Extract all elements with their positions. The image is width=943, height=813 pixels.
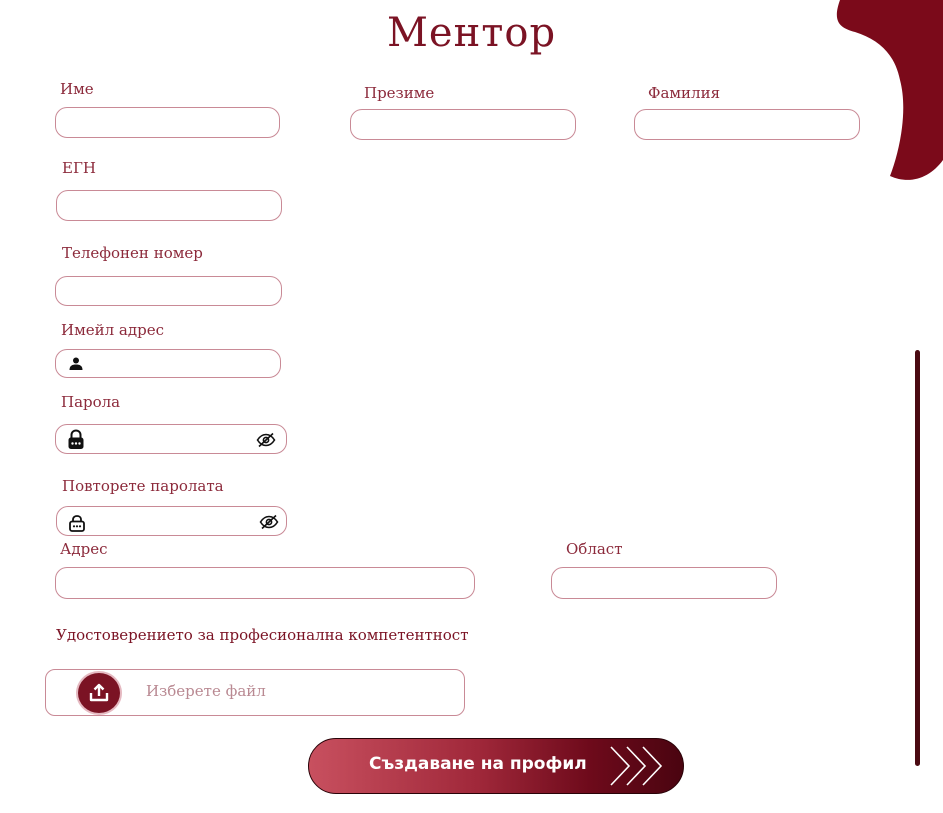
repeat-password-input[interactable]	[57, 507, 286, 535]
region-field[interactable]	[551, 567, 777, 599]
first-name-label: Име	[60, 80, 94, 98]
phone-field[interactable]	[55, 276, 282, 306]
region-input[interactable]	[552, 568, 776, 598]
last-name-label: Фамилия	[648, 84, 721, 102]
address-input[interactable]	[56, 568, 474, 598]
email-input[interactable]	[56, 350, 280, 377]
egn-label: ЕГН	[62, 159, 96, 177]
last-name-field[interactable]	[634, 109, 860, 140]
upload-placeholder: Изберете файл	[146, 682, 266, 700]
create-profile-label: Създаване на профил	[369, 754, 587, 774]
egn-input[interactable]	[57, 191, 281, 220]
address-field[interactable]	[55, 567, 475, 599]
password-field[interactable]	[55, 424, 287, 454]
first-name-field[interactable]	[55, 107, 280, 138]
first-name-input[interactable]	[56, 108, 279, 137]
eye-off-icon[interactable]	[256, 432, 276, 448]
address-label: Адрес	[60, 540, 108, 558]
create-profile-button[interactable]: Създаване на профил	[308, 738, 684, 794]
upload-icon	[89, 683, 109, 702]
email-field[interactable]	[55, 349, 281, 378]
chevrons-right-icon	[610, 746, 663, 786]
password-label: Парола	[61, 393, 121, 411]
region-label: Област	[566, 540, 623, 558]
page-title: Ментор	[386, 10, 557, 56]
password-input[interactable]	[56, 425, 286, 453]
last-name-input[interactable]	[635, 110, 859, 139]
certificate-label: Удостоверението за професионална компете…	[56, 626, 469, 644]
scrollbar[interactable]	[915, 350, 920, 766]
phone-input[interactable]	[56, 277, 281, 305]
certificate-upload[interactable]: Изберете файл	[45, 669, 465, 716]
middle-name-field[interactable]	[350, 109, 576, 140]
repeat-password-field[interactable]	[56, 506, 287, 536]
middle-name-label: Презиме	[364, 84, 435, 102]
phone-label: Телефонен номер	[62, 244, 203, 262]
eye-off-icon[interactable]	[259, 514, 279, 530]
middle-name-input[interactable]	[351, 110, 575, 139]
upload-button[interactable]	[78, 673, 120, 713]
egn-field[interactable]	[56, 190, 282, 221]
email-label: Имейл адрес	[61, 321, 164, 339]
repeat-password-label: Повторете паролата	[62, 477, 224, 495]
